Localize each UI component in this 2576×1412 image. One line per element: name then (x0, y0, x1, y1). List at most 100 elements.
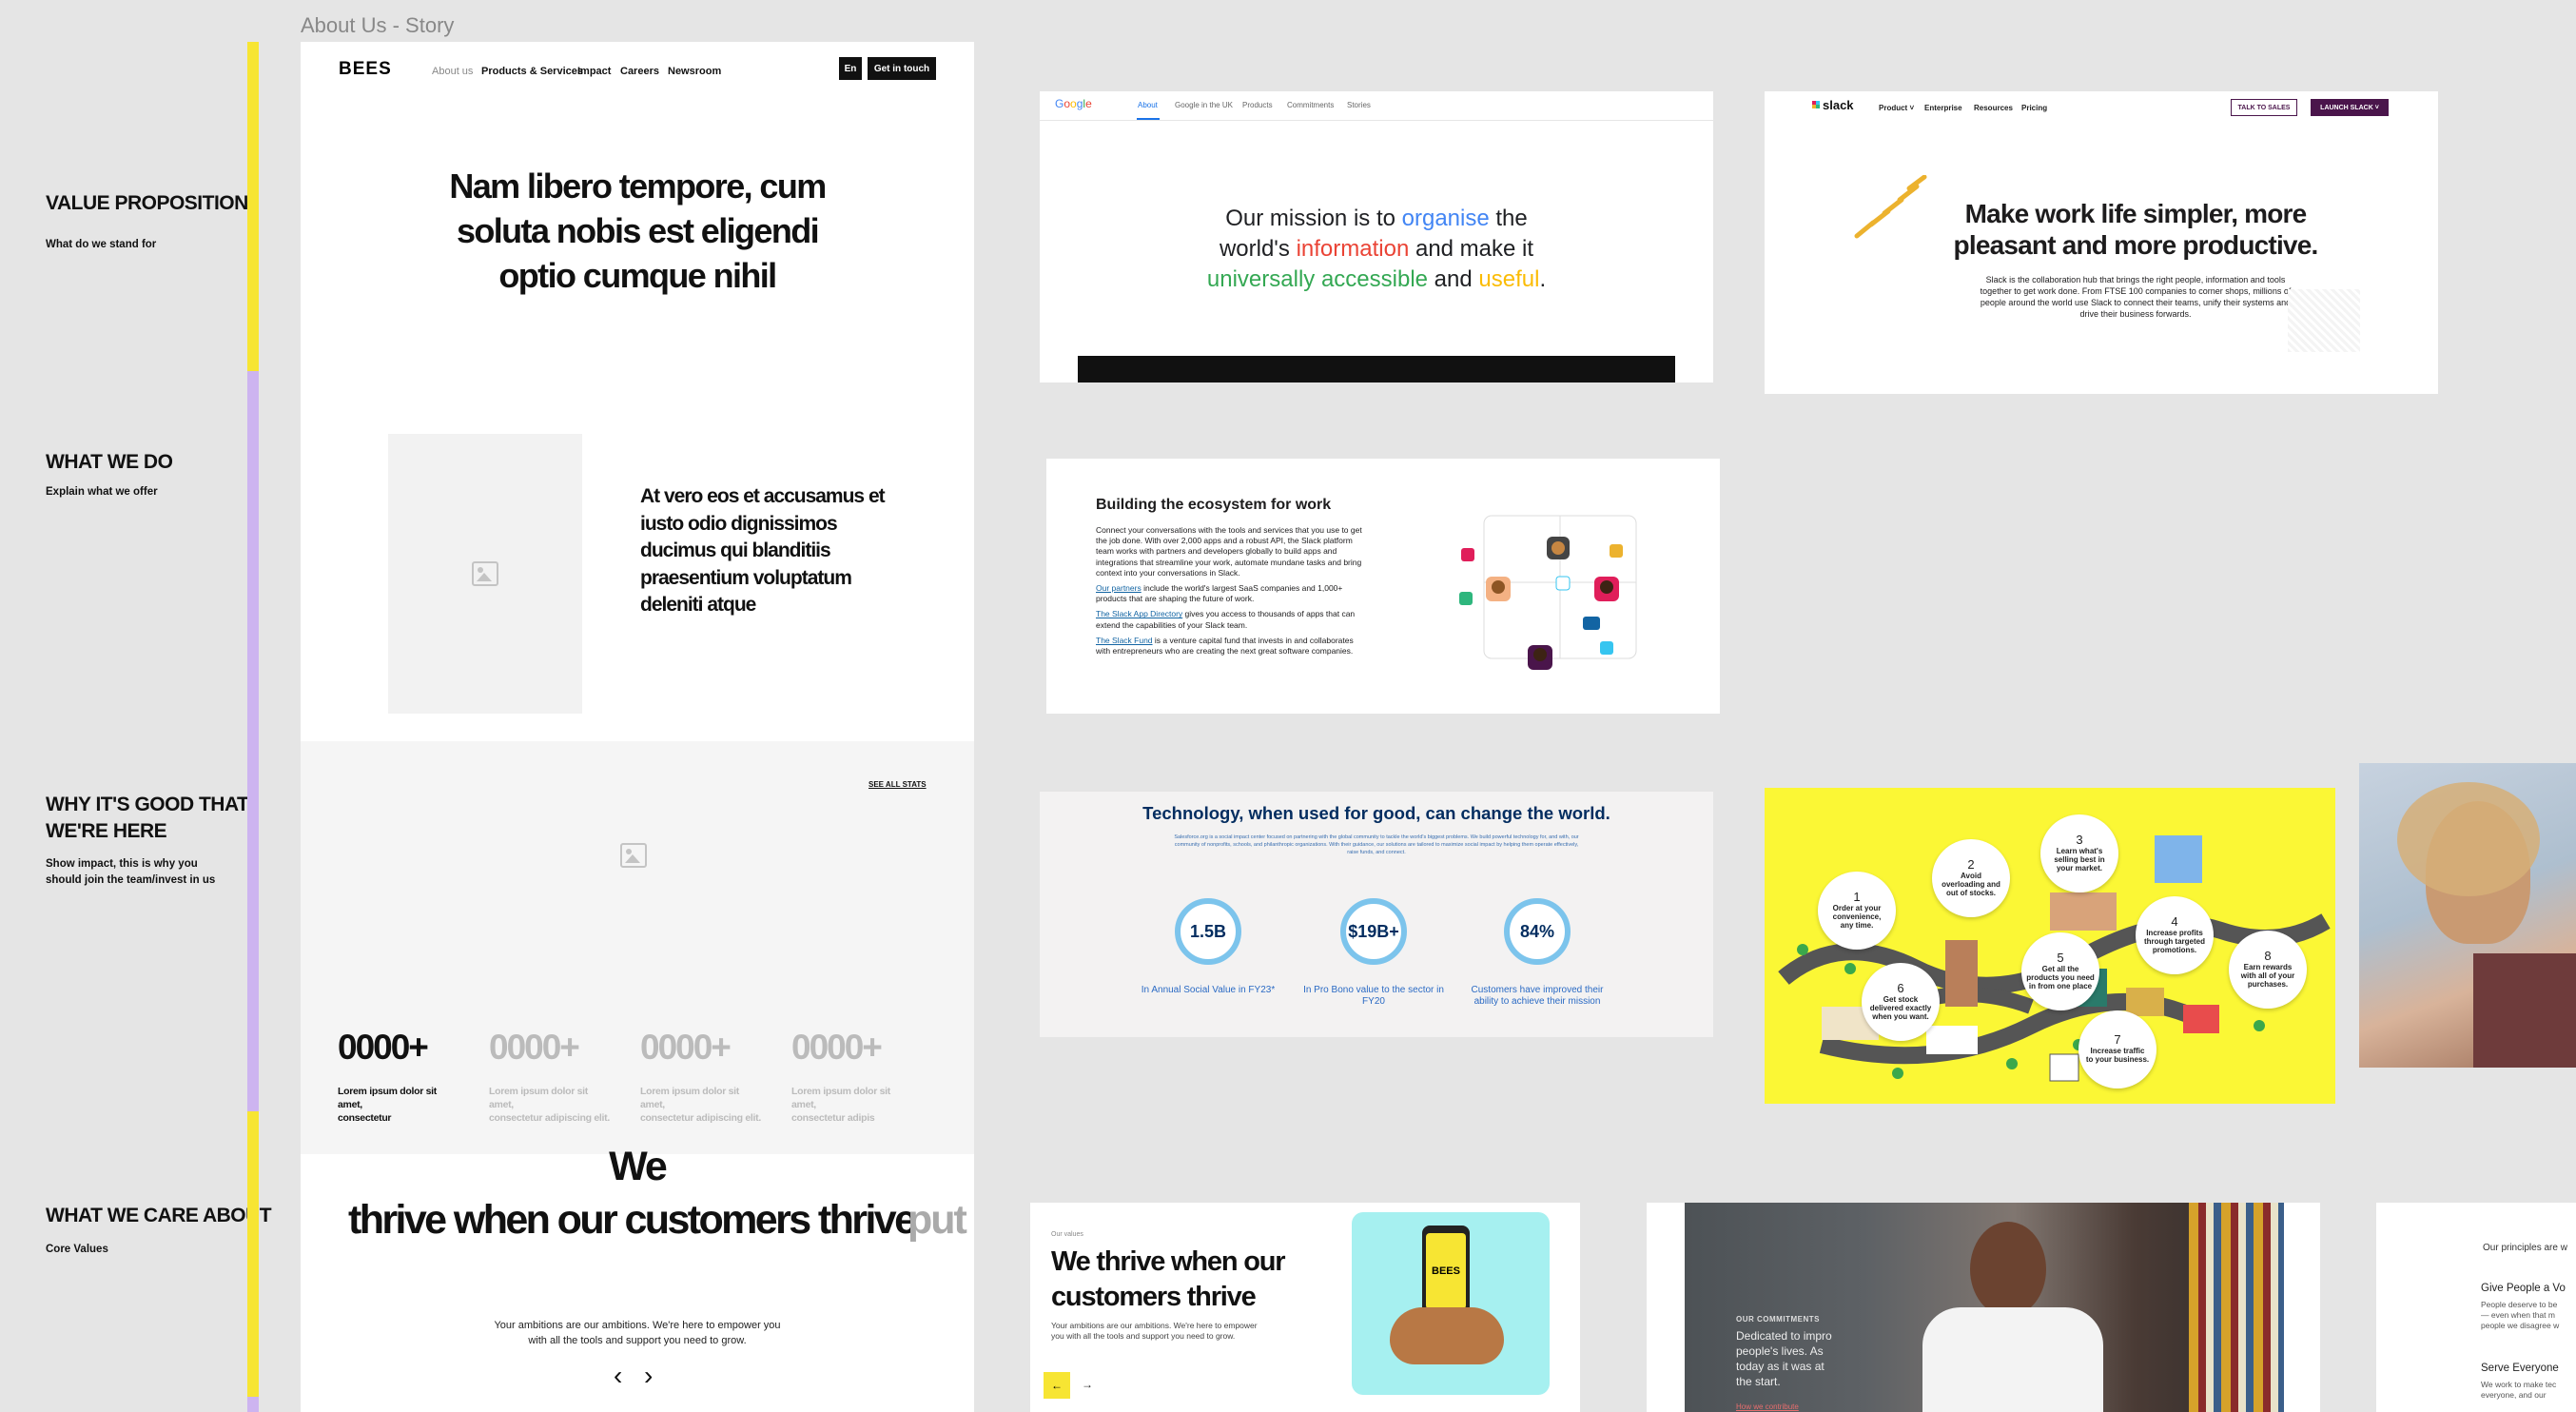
body-line: The Slack Fund is a venture capital fund… (1096, 636, 1410, 646)
google-about-card: Google About Google in the UK Products C… (1040, 91, 1713, 382)
subtitle-line: should join the team/invest in us (46, 874, 216, 886)
partners-link[interactable]: Our partners (1096, 583, 1142, 593)
step-text: Increase profits (2146, 928, 2203, 937)
stat-value: 0000+ (640, 1028, 732, 1067)
step-text: your market. (2056, 863, 2103, 873)
google-logo[interactable]: Google (1055, 97, 1092, 110)
frame-title: About Us - Story (301, 13, 455, 37)
section-title-why-here: WHY IT'S GOOD THAT WE'RE HERE (46, 792, 249, 845)
video-thumbnail[interactable] (1078, 356, 1675, 382)
text-line: people's lives. As (1736, 1344, 1824, 1358)
hero-line: soluta nobis est eligendi (456, 211, 820, 250)
decorative-pattern (2288, 289, 2360, 352)
text: and make it (1409, 236, 1534, 262)
what-we-do-text: At vero eos et accusamus et iusto odio d… (640, 483, 886, 619)
language-button[interactable]: En (839, 57, 862, 80)
image-placeholder (620, 843, 647, 868)
nav-impact[interactable]: Impact (577, 66, 611, 77)
step-bubble: 6 Get stock delivered exactly when you want… (1862, 963, 1940, 1041)
nav-newsroom[interactable]: Newsroom (668, 66, 721, 77)
text: include the world's largest SaaS compani… (1141, 583, 1343, 594)
text-line: the start. (1736, 1375, 1781, 1388)
label-line: Lorem ipsum dolor sit amet, (640, 1086, 739, 1110)
google-nav-about[interactable]: About (1138, 101, 1158, 109)
step-bubble: 3 Learn what's selling best in your market. (2040, 814, 2118, 892)
text-line: today as it was at (1736, 1360, 1825, 1373)
clothing-shape (2473, 953, 2576, 1068)
talk-to-sales-button[interactable]: TALK TO SALES (2231, 99, 2297, 116)
title-line: WHY IT'S GOOD THAT (46, 794, 249, 815)
slack-logo[interactable]: slack (1823, 98, 1854, 112)
salesforce-title: Technology, when used for good, can chan… (1142, 803, 1610, 823)
text: world's (1219, 236, 1297, 262)
google-nav-stories[interactable]: Stories (1347, 101, 1371, 109)
step-number: 8 (2264, 948, 2272, 963)
get-in-touch-button[interactable]: Get in touch (868, 57, 936, 80)
slack-nav-pricing[interactable]: Pricing (2021, 104, 2047, 112)
step-text: out of stocks. (1945, 888, 1996, 897)
divider (1040, 120, 1713, 121)
text-line: Dedicated to impro (1736, 1329, 1832, 1343)
nav-about-us[interactable]: About us (432, 66, 473, 77)
body-line: team works with partners and developers … (1096, 546, 1337, 557)
image-icon (472, 561, 498, 586)
carousel-prev-button[interactable]: ← (1044, 1372, 1070, 1399)
body-line: Your ambitions are our ambitions. We're … (1051, 1321, 1258, 1330)
active-tab-indicator (1137, 118, 1160, 120)
step-number: 5 (2057, 950, 2064, 965)
step-text: Learn what's (2056, 846, 2103, 855)
stat-label: Lorem ipsum dolor sit amet, consectetur a… (489, 1085, 613, 1125)
app-directory-link[interactable]: The Slack App Directory (1096, 609, 1182, 618)
slack-nav-resources[interactable]: Resources (1974, 104, 2013, 112)
body-line: People deserve to be (2481, 1300, 2558, 1309)
step-bubble: 2 Avoid overloading and out of stocks. (1932, 839, 2010, 917)
carousel-next-button[interactable]: › (644, 1363, 653, 1389)
how-we-contribute-link[interactable]: How we contribute (1736, 1402, 1799, 1411)
text: the (1489, 206, 1528, 231)
section-title-care-about: WHAT WE CARE ABOUT (46, 1205, 272, 1226)
nav-products-services[interactable]: Products & Services (481, 66, 583, 77)
hair-shape (2397, 782, 2540, 896)
carousel-prev-button[interactable]: ‹ (614, 1363, 622, 1389)
slack-nav-enterprise[interactable]: Enterprise (1924, 104, 1962, 112)
body-line: products that are shaping the future of … (1096, 594, 1255, 604)
google-nav-commitments[interactable]: Commitments (1287, 101, 1334, 109)
slack-fund-link[interactable]: The Slack Fund (1096, 636, 1153, 645)
google-nav-products[interactable]: Products (1242, 101, 1273, 109)
headline-line: We thrive when our (1051, 1246, 1286, 1277)
step-text: overloading and (1942, 879, 2000, 889)
text: gives you access to thousands of apps th… (1182, 609, 1356, 619)
step-number: 2 (1967, 856, 1975, 872)
slack-headline: Make work life simpler, more pleasant an… (1888, 198, 2383, 261)
bees-logo: BEES (1426, 1233, 1466, 1309)
stat-label: Lorem ipsum dolor sit amet, consectetur a… (640, 1085, 764, 1125)
integrations-diagram (1459, 515, 1637, 670)
body-line: Connect your conversations with the tool… (1096, 525, 1362, 535)
stat-label: In Annual Social Value in FY23* (1137, 985, 1279, 996)
label-line: consectetur adipiscing elit. (489, 1112, 610, 1124)
stat-value: 0000+ (489, 1028, 580, 1067)
values-next-slide: put t (907, 1197, 974, 1243)
body-line: — even when that m (2481, 1310, 2555, 1320)
carousel-next-button[interactable]: → (1082, 1378, 1093, 1391)
headline-line: Make work life simpler, more (1964, 199, 2308, 228)
label-line: In Pro Bono value to the sector in (1303, 985, 1444, 995)
launch-slack-button[interactable]: LAUNCH SLACK ˅ (2311, 99, 2389, 116)
step-text: convenience, (1832, 912, 1882, 921)
nav-careers[interactable]: Careers (620, 66, 659, 77)
google-nav-uk[interactable]: Google in the UK (1175, 101, 1233, 109)
step-text: Get stock (1883, 994, 1919, 1004)
mission-line: world's information and make it (1040, 234, 1713, 265)
see-all-stats-link[interactable]: SEE ALL STATS (868, 780, 927, 789)
person-shape (1970, 1222, 2046, 1317)
body-line: Our partners include the world's largest… (1096, 583, 1410, 594)
bees-logo[interactable]: BEES (339, 59, 392, 80)
mission-line: Our mission is to organise the (1040, 204, 1713, 234)
values-body: Your ambitions are our ambitions. We're … (301, 1318, 974, 1348)
step-text: promotions. (2152, 945, 2197, 954)
google-mission: Our mission is to organise the world's i… (1040, 204, 1713, 295)
slack-nav-product[interactable]: Product ˅ (1879, 104, 1914, 112)
step-number: 3 (2076, 832, 2083, 847)
body-line: The Slack App Directory gives you access… (1096, 609, 1410, 619)
bees-values-card: Our values We thrive when our customers … (1030, 1203, 1580, 1412)
